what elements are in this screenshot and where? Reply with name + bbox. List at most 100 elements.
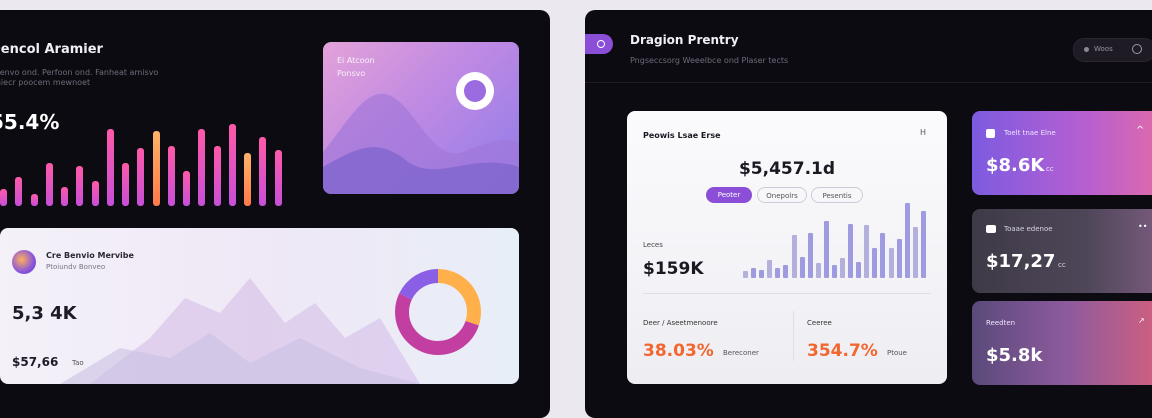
panel-subtitle: Pngseccsorg Weeelbce ond Plaser tects [630,56,789,65]
chart-bar [816,263,821,278]
menu-dots-icon[interactable]: •• [1138,222,1147,231]
chart-bar [824,221,829,278]
divider [643,293,931,294]
chart-bar [743,271,748,278]
chart-bar [751,268,756,278]
stat-card-secondary[interactable]: Toaae edenoe •• $17,27 cc [972,209,1152,293]
chart-bar [808,233,813,278]
chevron-up-icon[interactable]: ^ [1136,125,1144,136]
side-label: Leces [643,241,663,249]
dot-icon [1084,47,1089,52]
chart-bar [214,146,221,206]
chart-bar [61,187,68,206]
square-icon [986,129,995,138]
chart-bar [275,150,282,206]
brand-icon [12,250,36,274]
analytics-panel-right: Dragion Prentry Pngseccsorg Weeelbce ond… [585,10,1152,418]
card-title: Peowis Lsae Erse [643,131,721,140]
chart-bar [792,235,797,278]
chart-bar [92,181,99,206]
chart-bar [921,211,926,278]
card-metric: 5,3 4K [12,303,77,324]
gradient-chart-card[interactable]: Ei Atcoon Ponsvo [323,42,519,194]
chart-bar [913,227,918,278]
stat-card-primary[interactable]: Toelt tnae Elne ^ $8.6K cc [972,111,1152,195]
chart-bar [840,258,845,278]
summary-card[interactable]: Cre Benvio Mervibe Ptoiundv Bonveo 5,3 4… [0,228,519,384]
stat-card-value: $17,27 [986,251,1056,272]
chart-bar [856,262,861,278]
stat-card-suffix: cc [1058,261,1066,269]
chart-bar [46,163,53,206]
chart-bar [76,166,83,206]
chart-bar [259,137,266,206]
chart-bar [889,248,894,278]
panel-subtitle: Pnenvo ond. Perfoon ond. Fanheat amisvo [0,68,159,77]
stat-label: Deer / Aseetmenoore [643,319,718,327]
chart-bar [864,225,869,278]
view-toggle[interactable]: Woos [1073,38,1152,62]
chart-bar [122,163,129,206]
stat-value: 38.03% [643,341,714,361]
bar-chart [0,110,290,206]
chart-bar [848,224,853,278]
chart-bar [153,131,160,206]
chart-bar [897,239,902,278]
stat-card-tertiary[interactable]: Reedten ↗ $5.8k [972,301,1152,385]
chart-bar [183,171,190,206]
chart-bar [229,124,236,206]
chart-bar [168,146,175,206]
stat-suffix: Bereconer [723,349,759,357]
panel-title: Dencol Aramier [0,42,103,57]
panel-title: Dragion Prentry [630,33,739,47]
card-corner-icon[interactable]: H [920,128,926,137]
chart-bar [832,265,837,278]
chart-bar [800,257,805,278]
card-value-suffix: Tao [72,359,84,367]
analytics-panel-left: Dencol Aramier Pnenvo ond. Perfoon ond. … [0,10,550,418]
stat-card-value: $8.6K [986,155,1045,176]
card-title: Cre Benvio Mervibe [46,251,134,260]
chart-bar [15,177,22,206]
card-subtitle: Ptoiundv Bonveo [46,263,106,271]
chart-bar [759,270,764,278]
bar-chart [743,196,929,278]
card-label: Ei Atcoon [337,56,375,65]
chart-bar [872,248,877,278]
chart-bar [198,129,205,206]
chart-bar [783,265,788,278]
arrow-icon[interactable]: ↗ [1138,316,1145,325]
stat-card-suffix: cc [1046,165,1054,173]
donut-chart [395,269,481,355]
stat-card-value: $5.8k [986,345,1043,366]
chart-bar [31,194,38,206]
chart-bar [244,153,251,206]
circle-icon [597,40,605,48]
stat-label: Ceeree [807,319,832,327]
toggle-label: Woos [1094,45,1113,53]
revenue-card[interactable]: Peowis Lsae Erse H $5,457.1d Peoter Onep… [627,111,947,384]
card-value: $5,457.1d [738,159,836,179]
stat-suffix: Ptoue [887,349,907,357]
ring-indicator [456,72,494,110]
panel-subtitle-2: Uniecr poocem mewnoet [0,78,91,87]
chart-bar [0,189,7,206]
chart-bar [775,268,780,278]
stat-card-label: Toelt tnae Elne [1004,129,1056,137]
panel-badge[interactable] [585,34,613,54]
chart-bar [767,260,772,278]
card-label-2: Ponsvo [337,69,366,78]
divider [793,311,794,361]
side-value: $159K [643,259,704,279]
mail-icon [986,225,996,233]
chart-bar [905,203,910,278]
card-value: $57,66 [12,355,59,369]
chart-bar [107,129,114,206]
stat-card-label: Reedten [986,319,1016,327]
toggle-icon [1132,44,1142,54]
stat-value: 354.7% [807,341,878,361]
stat-card-label: Toaae edenoe [1004,225,1053,233]
divider [585,82,1152,83]
chart-bar [880,233,885,278]
chart-bar [137,148,144,206]
